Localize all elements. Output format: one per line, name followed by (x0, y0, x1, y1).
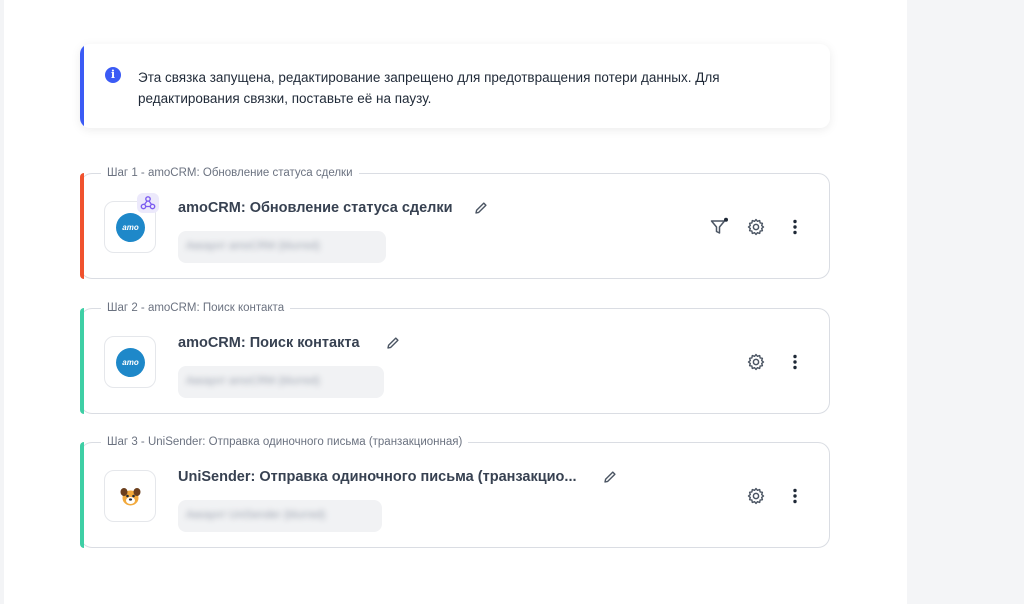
account-selector[interactable]: Аккаунт amoCRM (blurred) (178, 231, 386, 263)
edit-pencil-icon[interactable] (385, 335, 401, 351)
right-panel (907, 0, 1024, 604)
step-title: amoCRM: Обновление статуса сделки (178, 200, 453, 216)
more-menu-icon[interactable] (785, 217, 805, 237)
step-card-1: Шаг 1 - amoCRM: Обновление статуса сделк… (80, 166, 830, 279)
settings-gear-icon[interactable] (746, 486, 766, 506)
left-strip (0, 0, 4, 604)
amocrm-logo-icon: amo (116, 348, 145, 377)
more-menu-icon[interactable] (785, 486, 805, 506)
step-card-3: Шаг 3 - UniSender: Отправка одиночного п… (80, 435, 830, 548)
step-caption: Шаг 3 - UniSender: Отправка одиночного п… (101, 435, 469, 449)
info-icon: i (105, 67, 121, 83)
filter-icon[interactable] (709, 217, 729, 237)
unisender-logo-icon (120, 488, 141, 506)
account-selector[interactable]: Аккаунт amoCRM (blurred) (178, 366, 384, 398)
info-banner-accent (80, 44, 84, 128)
app-logo-box (104, 470, 156, 522)
account-selector[interactable]: Аккаунт UniSender (blurred) (178, 500, 382, 532)
amocrm-logo-icon: amo (116, 213, 145, 242)
settings-gear-icon[interactable] (746, 352, 766, 372)
edit-pencil-icon[interactable] (602, 469, 618, 485)
step-card-2: Шаг 2 - amoCRM: Поиск контакта amo amoCR… (80, 301, 830, 414)
info-banner: i Эта связка запущена, редактирование за… (80, 44, 830, 128)
edit-pencil-icon[interactable] (473, 200, 489, 216)
step-accent (80, 442, 84, 548)
step-accent (80, 173, 84, 279)
step-caption: Шаг 2 - amoCRM: Поиск контакта (101, 301, 291, 315)
webhook-badge-icon (137, 193, 159, 213)
step-title: amoCRM: Поиск контакта (178, 335, 360, 351)
info-banner-text: Эта связка запущена, редактирование запр… (138, 70, 720, 106)
more-menu-icon[interactable] (785, 352, 805, 372)
step-accent (80, 308, 84, 414)
step-caption: Шаг 1 - amoCRM: Обновление статуса сделк… (101, 166, 359, 180)
app-logo-box: amo (104, 336, 156, 388)
settings-gear-icon[interactable] (746, 217, 766, 237)
step-title: UniSender: Отправка одиночного письма (т… (178, 469, 577, 485)
